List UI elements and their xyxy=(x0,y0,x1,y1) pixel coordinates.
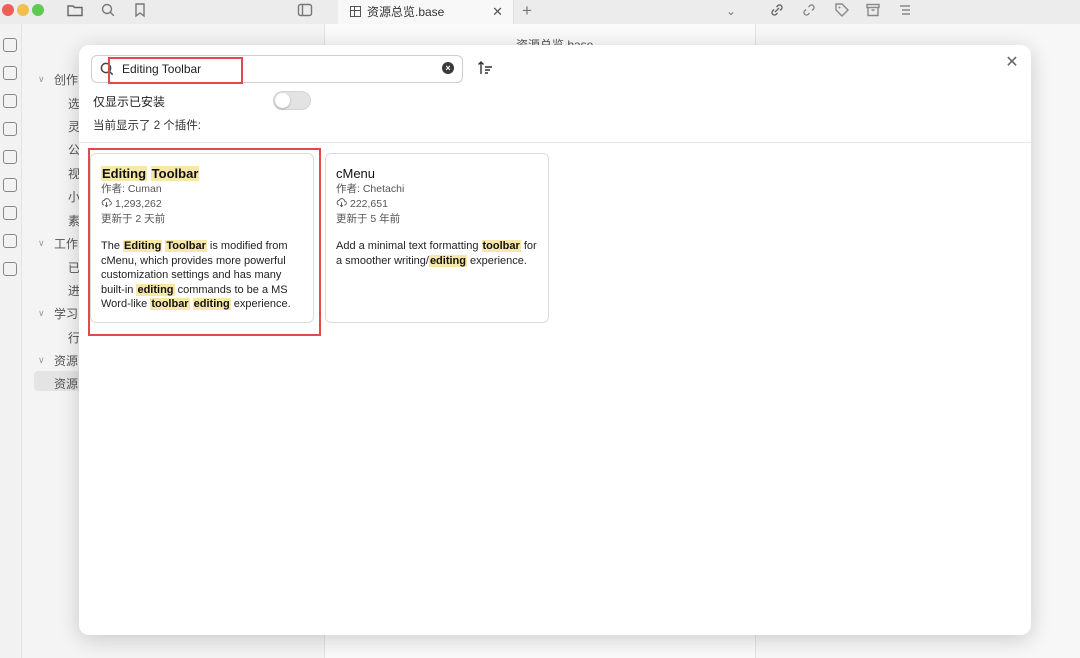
graph-icon[interactable] xyxy=(3,38,17,52)
folder-icon[interactable] xyxy=(66,1,84,19)
installed-only-toggle[interactable] xyxy=(273,91,311,110)
download-icon xyxy=(336,197,347,208)
card-highlight-box xyxy=(88,148,321,336)
plugin-card-cmenu[interactable]: cMenu 作者: Chetachi 222,651 更新于 5 年前 Add … xyxy=(325,153,549,323)
backlink-icon[interactable] xyxy=(800,1,818,19)
chevron-down-icon[interactable]: ∨ xyxy=(38,238,45,249)
new-tab-icon[interactable]: + xyxy=(522,0,532,22)
title-bar: 资源总览.base ✕ + ⌄ xyxy=(0,0,1080,24)
send-icon[interactable] xyxy=(3,66,17,80)
file-item-active[interactable]: 资源 xyxy=(54,375,78,392)
tag-icon[interactable] xyxy=(833,1,851,19)
plugin-updated: 更新于 5 年前 xyxy=(336,213,401,225)
clear-icon[interactable]: × xyxy=(442,62,454,74)
plugin-author: 作者: Chetachi xyxy=(336,183,405,195)
community-plugins-modal: ✕ × 仅显示已安装 当前显示了 2 个插件: Editing Toolbar … xyxy=(79,45,1031,635)
bookmark-icon[interactable] xyxy=(131,1,149,19)
modal-close-icon[interactable]: ✕ xyxy=(1002,53,1022,73)
installed-only-label: 仅显示已安装 xyxy=(93,95,166,109)
window-zoom-button[interactable] xyxy=(32,4,44,16)
tab-close-icon[interactable]: ✕ xyxy=(492,0,503,24)
chevron-down-icon[interactable]: ∨ xyxy=(38,355,45,366)
plugin-count-label: 当前显示了 2 个插件: xyxy=(93,120,201,132)
plugin-downloads: 222,651 xyxy=(336,197,538,212)
folder-item[interactable]: 资源 xyxy=(54,352,78,369)
document-icon[interactable] xyxy=(3,94,17,108)
sidebar-toggle-icon[interactable] xyxy=(296,1,314,19)
table-icon xyxy=(350,6,361,17)
link-icon[interactable] xyxy=(768,1,786,19)
divider xyxy=(79,142,1031,143)
archive-icon[interactable] xyxy=(864,1,882,19)
tab-title: 资源总览.base xyxy=(367,5,445,19)
sort-icon[interactable] xyxy=(476,59,494,77)
grid-icon[interactable] xyxy=(3,150,17,164)
outline-icon[interactable] xyxy=(896,1,914,19)
branch-icon[interactable] xyxy=(3,122,17,136)
chevron-down-icon[interactable]: ∨ xyxy=(38,308,45,319)
search-icon[interactable] xyxy=(99,1,117,19)
folder-item[interactable]: 工作 xyxy=(54,235,78,252)
window-minimize-button[interactable] xyxy=(17,4,29,16)
toggle-knob xyxy=(275,93,290,108)
tab-resource-overview[interactable]: 资源总览.base ✕ xyxy=(338,0,514,24)
left-ribbon xyxy=(0,24,22,658)
window-close-button[interactable] xyxy=(2,4,14,16)
copy-icon[interactable] xyxy=(3,206,17,220)
folder-item[interactable]: 学习 xyxy=(54,305,78,322)
calendar-icon[interactable] xyxy=(3,178,17,192)
folder-item[interactable]: 创作 xyxy=(54,71,78,88)
chevron-down-icon[interactable]: ∨ xyxy=(38,74,45,85)
terminal-icon[interactable] xyxy=(3,234,17,248)
list-icon[interactable] xyxy=(3,262,17,276)
tab-list-chevron-icon[interactable]: ⌄ xyxy=(726,0,736,22)
plugin-description: Add a minimal text formatting toolbar fo… xyxy=(336,240,537,267)
plugin-name: cMenu xyxy=(336,166,376,181)
search-highlight-box xyxy=(108,57,243,84)
